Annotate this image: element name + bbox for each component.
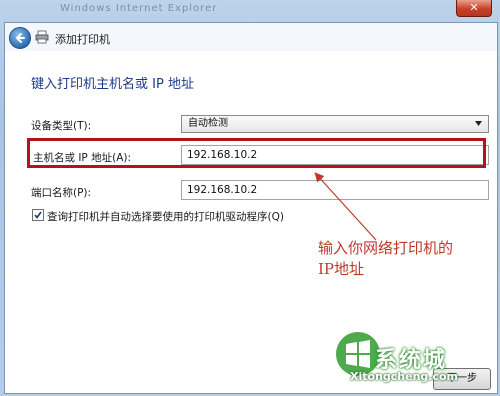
- window-frame: Windows Internet Explorer ✕ 添加打印机 键入打印机主…: [0, 0, 500, 396]
- annotation-text: 输入你网络打印机的 IP地址: [318, 239, 454, 278]
- watermark-url: Xitongcheng.com: [350, 370, 459, 383]
